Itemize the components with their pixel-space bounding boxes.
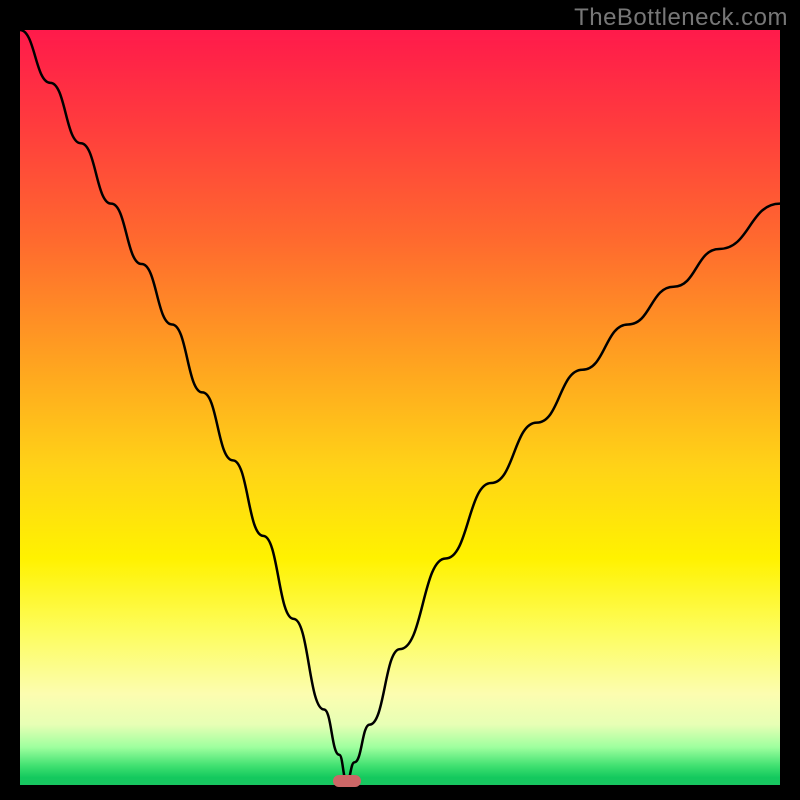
plot-area: [20, 30, 780, 785]
watermark-text: TheBottleneck.com: [574, 4, 788, 32]
bottleneck-curve: [20, 30, 780, 785]
chart-frame: TheBottleneck.com: [0, 0, 800, 800]
curve-path: [20, 30, 780, 781]
notch-marker: [333, 775, 361, 787]
